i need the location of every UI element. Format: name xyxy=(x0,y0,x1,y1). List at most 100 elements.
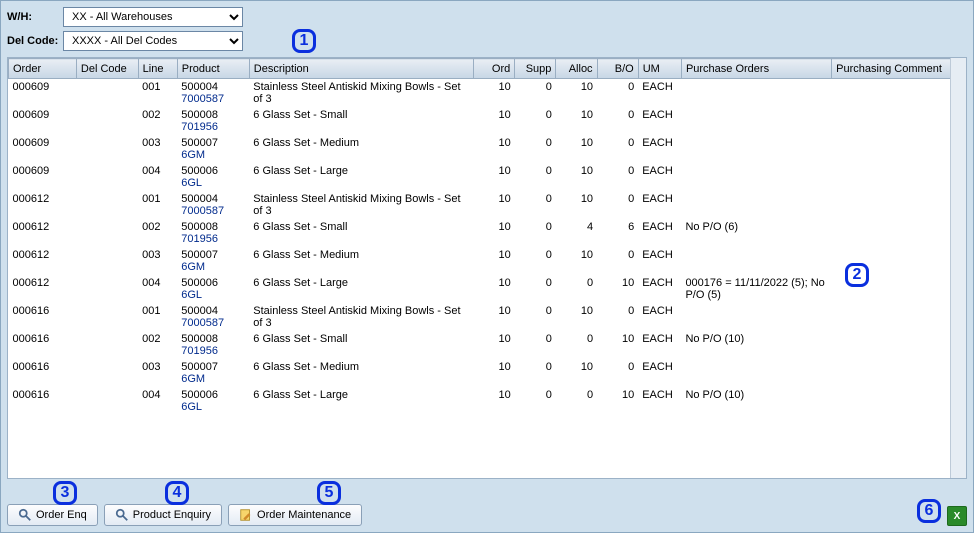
col-pc[interactable]: Purchasing Comment xyxy=(832,59,966,79)
cell-order[interactable]: 000612 xyxy=(9,275,77,303)
wh-select[interactable]: XX - All Warehouses xyxy=(63,7,243,27)
cell-line: 003 xyxy=(138,135,177,163)
cell-supp: 0 xyxy=(515,247,556,275)
cell-order[interactable]: 000612 xyxy=(9,219,77,247)
cell-alloc: 10 xyxy=(556,303,597,331)
cell-alloc: 10 xyxy=(556,79,597,108)
cell-order[interactable]: 000612 xyxy=(9,191,77,219)
cell-um: EACH xyxy=(638,303,681,331)
table-row[interactable]: 0006160025000087019566 Glass Set - Small… xyxy=(9,331,966,359)
search-icon xyxy=(18,508,32,522)
cell-product[interactable]: 500008701956 xyxy=(177,219,249,247)
cell-product[interactable]: 5000047000587 xyxy=(177,79,249,108)
cell-product[interactable]: 5000076GM xyxy=(177,359,249,387)
table-row[interactable]: 0006120045000066GL6 Glass Set - Large100… xyxy=(9,275,966,303)
cell-order[interactable]: 000616 xyxy=(9,303,77,331)
cell-description: Stainless Steel Antiskid Mixing Bowls - … xyxy=(249,191,473,219)
orders-table: Order Del Code Line Product Description … xyxy=(8,58,966,415)
cell-product[interactable]: 5000066GL xyxy=(177,163,249,191)
cell-order[interactable]: 000609 xyxy=(9,135,77,163)
cell-del-code xyxy=(76,331,138,359)
export-excel-button[interactable]: X xyxy=(947,506,967,526)
col-line[interactable]: Line xyxy=(138,59,177,79)
table-row[interactable]: 000612 0015000047000587Stainless Steel An… xyxy=(9,191,966,219)
cell-po xyxy=(681,135,831,163)
cell-bo: 6 xyxy=(597,219,638,247)
col-po[interactable]: Purchase Orders xyxy=(681,59,831,79)
cell-pc xyxy=(832,387,966,415)
cell-line: 004 xyxy=(138,275,177,303)
callout-5: 5 xyxy=(317,481,341,505)
cell-description: 6 Glass Set - Large xyxy=(249,387,473,415)
del-code-select[interactable]: XXXX - All Del Codes xyxy=(63,31,243,51)
cell-pc xyxy=(832,247,966,275)
cell-ord: 10 xyxy=(474,79,515,108)
cell-um: EACH xyxy=(638,107,681,135)
cell-order[interactable]: 000609 xyxy=(9,107,77,135)
col-bo[interactable]: B/O xyxy=(597,59,638,79)
table-row[interactable]: 0006160015000047000587Stainless Steel An… xyxy=(9,303,966,331)
cell-order[interactable]: 000616 xyxy=(9,359,77,387)
cell-bo: 0 xyxy=(597,79,638,108)
cell-alloc: 10 xyxy=(556,359,597,387)
cell-alloc: 10 xyxy=(556,163,597,191)
col-alloc[interactable]: Alloc xyxy=(556,59,597,79)
table-row[interactable]: 0006120035000076GM6 Glass Set - Medium10… xyxy=(9,247,966,275)
cell-um: EACH xyxy=(638,247,681,275)
col-del-code[interactable]: Del Code xyxy=(76,59,138,79)
table-row[interactable]: 0006090015000047000587Stainless Steel An… xyxy=(9,79,966,108)
table-row[interactable]: 0006160045000066GL6 Glass Set - Large100… xyxy=(9,387,966,415)
cell-alloc: 10 xyxy=(556,107,597,135)
product-enq-label: Product Enquiry xyxy=(133,509,211,521)
cell-um: EACH xyxy=(638,219,681,247)
col-product[interactable]: Product xyxy=(177,59,249,79)
cell-um: EACH xyxy=(638,275,681,303)
cell-alloc: 0 xyxy=(556,387,597,415)
col-order[interactable]: Order xyxy=(9,59,77,79)
cell-supp: 0 xyxy=(515,107,556,135)
cell-po xyxy=(681,359,831,387)
cell-um: EACH xyxy=(638,359,681,387)
cell-product[interactable]: 5000076GM xyxy=(177,247,249,275)
order-enq-button[interactable]: Order Enq xyxy=(7,504,98,526)
cell-product[interactable]: 500008701956 xyxy=(177,107,249,135)
col-ord[interactable]: Ord xyxy=(474,59,515,79)
cell-description: 6 Glass Set - Small xyxy=(249,331,473,359)
order-maintenance-button[interactable]: Order Maintenance xyxy=(228,504,362,526)
excel-icon: X xyxy=(954,511,961,522)
cell-ord: 10 xyxy=(474,303,515,331)
cell-product[interactable]: 500008701956 xyxy=(177,331,249,359)
cell-supp: 0 xyxy=(515,275,556,303)
cell-line: 001 xyxy=(138,191,177,219)
cell-order[interactable]: 000612 xyxy=(9,247,77,275)
product-enquiry-button[interactable]: Product Enquiry xyxy=(104,504,222,526)
table-row[interactable]: 0006090045000066GL6 Glass Set - Large100… xyxy=(9,163,966,191)
cell-bo: 10 xyxy=(597,331,638,359)
cell-order[interactable]: 000609 xyxy=(9,163,77,191)
cell-product[interactable]: 5000047000587 xyxy=(177,191,249,219)
cell-pc xyxy=(832,303,966,331)
cell-product[interactable]: 5000047000587 xyxy=(177,303,249,331)
table-row[interactable]: 0006090035000076GM6 Glass Set - Medium10… xyxy=(9,135,966,163)
col-um[interactable]: UM xyxy=(638,59,681,79)
cell-order[interactable]: 000616 xyxy=(9,387,77,415)
table-row[interactable]: 0006120025000087019566 Glass Set - Small… xyxy=(9,219,966,247)
cell-product[interactable]: 5000066GL xyxy=(177,387,249,415)
cell-ord: 10 xyxy=(474,275,515,303)
cell-product[interactable]: 5000066GL xyxy=(177,275,249,303)
cell-product[interactable]: 5000076GM xyxy=(177,135,249,163)
cell-supp: 0 xyxy=(515,79,556,108)
col-description[interactable]: Description xyxy=(249,59,473,79)
vertical-scrollbar[interactable] xyxy=(950,58,966,478)
cell-description: Stainless Steel Antiskid Mixing Bowls - … xyxy=(249,303,473,331)
cell-order[interactable]: 000616 xyxy=(9,331,77,359)
cell-order[interactable]: 000609 xyxy=(9,79,77,108)
cell-alloc: 0 xyxy=(556,331,597,359)
del-label: Del Code: xyxy=(7,35,63,47)
cell-del-code xyxy=(76,303,138,331)
cell-ord: 10 xyxy=(474,135,515,163)
table-row[interactable]: 0006160035000076GM6 Glass Set - Medium10… xyxy=(9,359,966,387)
cell-line: 002 xyxy=(138,107,177,135)
col-supp[interactable]: Supp xyxy=(515,59,556,79)
table-row[interactable]: 0006090025000087019566 Glass Set - Small… xyxy=(9,107,966,135)
